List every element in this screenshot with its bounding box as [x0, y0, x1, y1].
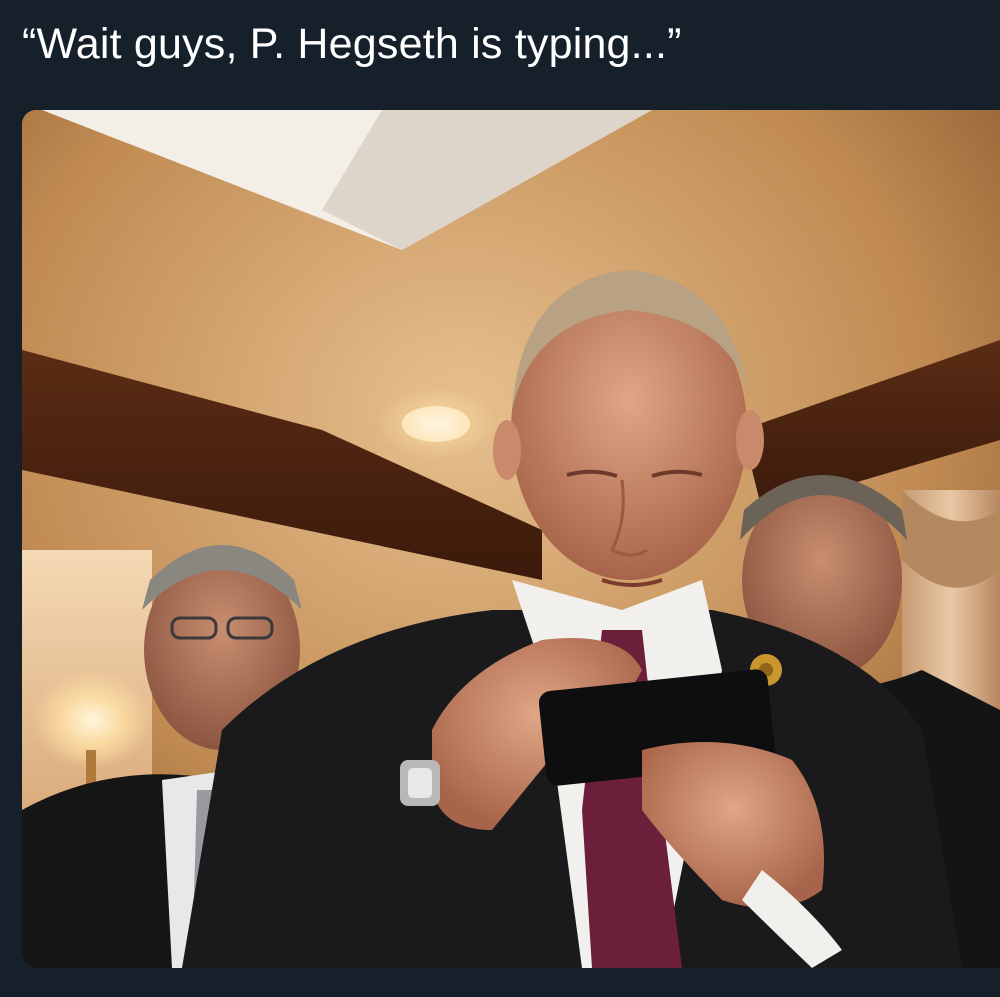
photo-illustration: [22, 110, 1000, 968]
post-container: “Wait guys, P. Hegseth is typing...”: [0, 0, 1000, 997]
post-photo[interactable]: [22, 110, 1000, 968]
post-caption: “Wait guys, P. Hegseth is typing...”: [22, 20, 682, 68]
